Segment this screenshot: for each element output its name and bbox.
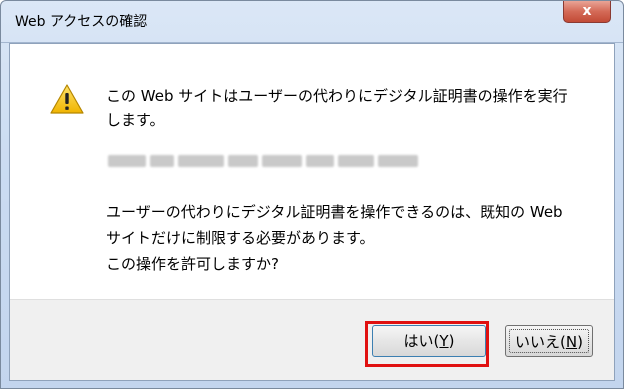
- no-button-label: いいえ(N): [515, 333, 583, 351]
- secondary-message: ユーザーの代わりにデジタル証明書を操作できるのは、既知の Web サイトだけに制…: [106, 199, 598, 277]
- warning-icon: [50, 84, 84, 114]
- blur-block: [306, 155, 334, 167]
- blur-block: [108, 155, 146, 167]
- content-area: この Web サイトはユーザーの代わりにデジタル証明書の操作を実行 します。 ユ…: [10, 44, 614, 299]
- primary-message-line-1: この Web サイトはユーザーの代わりにデジタル証明書の操作を実行: [106, 87, 568, 105]
- yes-button[interactable]: はい(Y): [372, 325, 486, 357]
- no-button[interactable]: いいえ(N): [505, 325, 593, 357]
- primary-message: この Web サイトはユーザーの代わりにデジタル証明書の操作を実行 します。: [106, 84, 598, 132]
- secondary-message-line-2: サイトだけに制限する必要があります。: [106, 229, 375, 247]
- primary-message-line-2: します。: [106, 111, 165, 129]
- blur-block: [178, 155, 224, 167]
- dialog-client-area: この Web サイトはユーザーの代わりにデジタル証明書の操作を実行 します。 ユ…: [9, 43, 615, 381]
- blurred-website-url: [108, 152, 420, 170]
- secondary-message-line-1: ユーザーの代わりにデジタル証明書を操作できるのは、既知の Web: [106, 203, 563, 221]
- secondary-message-line-3: この操作を許可しますか?: [106, 255, 279, 273]
- blur-block: [262, 155, 302, 167]
- close-button[interactable]: x: [563, 1, 611, 23]
- window-title: Web アクセスの確認: [15, 14, 148, 30]
- blur-block: [338, 155, 374, 167]
- yes-button-label: はい(Y): [403, 332, 455, 350]
- web-access-confirm-dialog: Web アクセスの確認 x この Web サイトはユーザーの代わりにデジタル証明…: [0, 0, 624, 389]
- button-footer: はい(Y) いいえ(N): [10, 299, 614, 380]
- title-bar[interactable]: Web アクセスの確認 x: [1, 1, 623, 43]
- blur-block: [228, 155, 258, 167]
- blur-block: [150, 155, 174, 167]
- blur-block: [378, 155, 418, 167]
- focus-rectangle: いいえ(N): [509, 329, 589, 353]
